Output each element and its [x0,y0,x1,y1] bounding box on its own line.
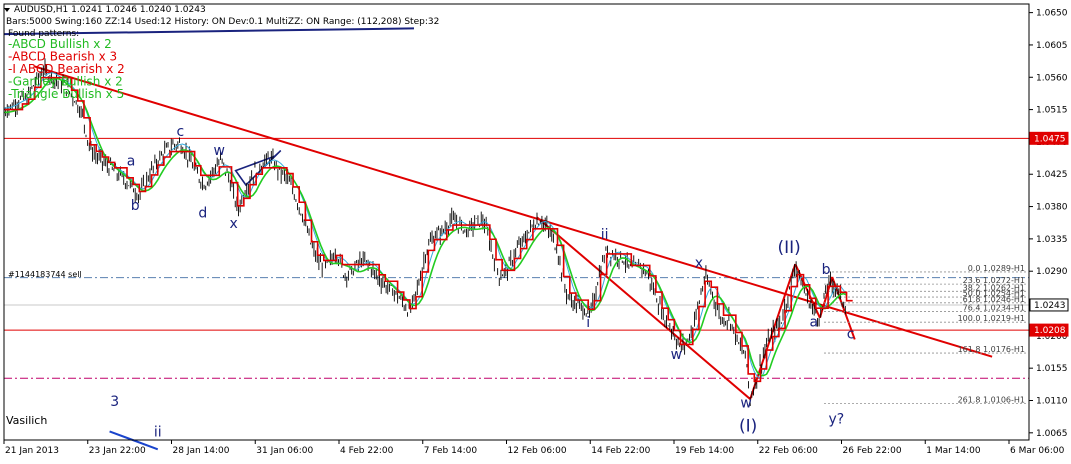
fib-level-label: 76.4 1.0234-H1 [963,303,1025,312]
x-tick-label: 22 Feb 06:00 [759,446,818,456]
price-box-label: 1.0243 [1034,301,1066,311]
y-tick-label: 1.0425 [1036,170,1068,180]
wave-label: y? [828,411,844,427]
wave-label: c [847,327,855,343]
x-tick-label: 19 Feb 14:00 [675,446,734,456]
x-tick-label: 21 Jan 2013 [5,446,59,456]
y-tick-label: 1.0650 [1036,9,1068,19]
fib-level-label: 161.8 1.0176-H1 [958,345,1025,354]
wave-label: (I) [739,416,757,436]
wave-label: c [176,124,184,140]
price-chart[interactable]: 0.0 1.0289-H123.6 1.0272-H138.2 1.0262-H… [0,0,1071,460]
wave-label: b [131,198,140,214]
y-tick-label: 1.0155 [1036,364,1068,374]
pattern-list: -ABCD Bullish x 2-ABCD Bearish x 3-I ABC… [8,37,125,101]
x-tick-label: 26 Feb 22:00 [843,446,902,456]
wave-label: a [809,315,818,331]
fib-level-label: 100.0 1.0219-H1 [958,314,1025,323]
price-box-label: 1.0208 [1034,326,1066,336]
wave-label: b [822,262,831,278]
y-tick-label: 1.0335 [1036,235,1068,245]
y-tick-label: 1.0290 [1036,267,1068,277]
x-tick-label: 6 Mar 06:00 [1010,446,1065,456]
fib-level-label: 0.0 1.0289-H1 [968,264,1025,273]
y-tick-label: 1.0560 [1036,73,1068,83]
wave-label: 3 [110,394,119,410]
x-tick-label: 31 Jan 06:00 [256,446,313,456]
x-tick-label: 23 Jan 22:00 [89,446,146,456]
x-tick-label: 1 Mar 14:00 [926,446,981,456]
x-tick-label: 4 Feb 22:00 [340,446,394,456]
fib-level-label: 261.8 1.0106-H1 [958,395,1025,404]
y-tick-label: 1.0110 [1036,396,1068,406]
order-label: #1144183744 sell [8,270,82,279]
y-tick-label: 1.0065 [1036,429,1068,439]
wave-label: d [198,205,207,221]
y-tick-label: 1.0515 [1036,106,1068,116]
price-box-label: 1.0475 [1034,134,1066,144]
wave-label: i [586,315,590,331]
pattern-item: -Triangle Bullish x 5 [8,87,124,101]
signature: Vasilich [6,414,47,427]
wave-label: x [695,256,703,272]
wave-label: (II) [778,238,801,258]
wave-label: ii [154,424,162,440]
wave-label: ii [601,227,609,243]
params-header: Bars:5000 Swing:160 ZZ:14 Used:12 Histor… [6,17,439,27]
x-tick-label: 14 Feb 22:00 [591,446,650,456]
x-tick-label: 7 Feb 14:00 [424,446,478,456]
wave-label: w [214,143,225,159]
x-tick-label: 28 Jan 14:00 [173,446,230,456]
y-tick-label: 1.0605 [1036,41,1068,51]
chart-window[interactable]: 0.0 1.0289-H1 23.6 1.0272-H1 38.2 1.0262-H… [0,0,1071,460]
wave-label: w [671,347,682,363]
wave-label: w [740,396,751,412]
symbol-header: AUDUSD,H1 1.0241 1.0246 1.0240 1.0243 [14,5,206,15]
wave-label: x [229,216,237,232]
wave-label: a [127,154,136,170]
y-tick-label: 1.0380 [1036,203,1068,213]
x-tick-label: 12 Feb 06:00 [508,446,567,456]
